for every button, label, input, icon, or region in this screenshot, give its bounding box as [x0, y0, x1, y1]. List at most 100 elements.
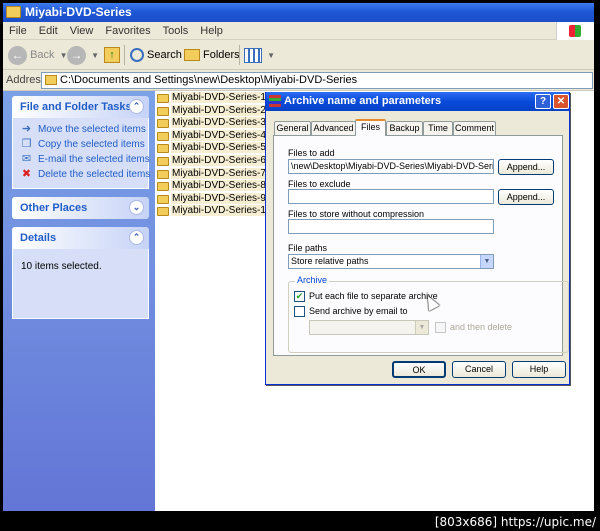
dialog-title: Archive name and parameters — [284, 95, 442, 107]
archive-dialog: Archive name and parameters ? ✕ General … — [265, 92, 570, 385]
dialog-titlebar[interactable]: Archive name and parameters ? ✕ — [266, 92, 569, 111]
file-list: Miyabi-DVD-Series-1 Miyabi-DVD-Series-2 … — [156, 92, 276, 218]
email-recipient-select: ▼ — [309, 320, 429, 335]
panel-title: File and Folder Tasks — [20, 101, 132, 113]
email-archive-checkbox[interactable] — [294, 306, 305, 317]
forward-button[interactable]: → ▼ — [67, 44, 99, 66]
folder-icon — [157, 94, 169, 103]
back-arrow-icon: ← — [8, 45, 27, 65]
email-archive-label: Send archive by email to — [309, 306, 408, 316]
menu-help[interactable]: Help — [194, 22, 229, 40]
folder-name: Miyabi-DVD-Series-3 — [171, 117, 267, 129]
back-label: Back — [30, 49, 55, 61]
list-item[interactable]: Miyabi-DVD-Series-8 — [156, 180, 276, 193]
list-item[interactable]: Miyabi-DVD-Series-3 — [156, 117, 276, 130]
collapse-chevron-icon[interactable]: ⌃ — [129, 230, 144, 245]
files-to-add-field[interactable]: \new\Desktop\Miyabi-DVD-Series\Miyabi-DV… — [288, 159, 494, 174]
append-add-button[interactable]: Append... — [498, 159, 554, 175]
separate-archive-checkbox[interactable]: ✔ — [294, 291, 305, 302]
folder-icon — [6, 6, 21, 18]
copy-icon: ❐ — [21, 138, 32, 150]
search-button[interactable]: Search — [130, 44, 182, 66]
list-item[interactable]: Miyabi-DVD-Series-7 — [156, 167, 276, 181]
list-item[interactable]: Miyabi-DVD-Series-5 — [156, 142, 276, 155]
folders-label: Folders — [203, 49, 240, 61]
views-icon — [244, 47, 262, 63]
store-without-compression-label: Files to store without compression — [288, 209, 425, 219]
folder-name: Miyabi-DVD-Series-1 — [171, 92, 267, 103]
folder-icon — [157, 169, 169, 179]
help-button[interactable]: Help — [512, 361, 566, 378]
folder-icon — [157, 207, 169, 217]
address-path: C:\Documents and Settings\new\Desktop\Mi… — [60, 74, 358, 86]
chevron-down-icon: ▼ — [415, 321, 428, 334]
search-label: Search — [147, 49, 182, 61]
file-folder-tasks-header[interactable]: File and Folder Tasks ⌃ — [12, 96, 149, 118]
folder-name: Miyabi-DVD-Series-10 — [171, 205, 273, 217]
list-item[interactable]: Miyabi-DVD-Series-6 — [156, 154, 276, 168]
then-delete-checkbox — [435, 322, 446, 333]
list-item[interactable]: Miyabi-DVD-Series-2 — [156, 104, 276, 118]
chevron-down-icon: ▼ — [91, 51, 99, 60]
file-paths-value: Store relative paths — [291, 256, 369, 266]
task-move[interactable]: ➜ Move the selected items — [21, 122, 146, 137]
then-delete-label: and then delete — [450, 322, 513, 332]
menu-edit[interactable]: Edit — [33, 22, 64, 40]
file-paths-label: File paths — [288, 243, 328, 253]
folder-icon — [157, 131, 169, 141]
store-without-compression-field[interactable] — [288, 219, 494, 234]
list-item[interactable]: Miyabi-DVD-Series-9 — [156, 192, 276, 206]
task-delete[interactable]: ✖ Delete the selected items — [21, 167, 150, 182]
list-item[interactable]: Miyabi-DVD-Series-10 — [156, 205, 276, 218]
address-field[interactable]: C:\Documents and Settings\new\Desktop\Mi… — [41, 72, 593, 89]
folder-name: Miyabi-DVD-Series-6 — [171, 154, 267, 166]
files-to-add-label: Files to add — [288, 148, 335, 158]
append-exclude-button[interactable]: Append... — [498, 189, 554, 205]
other-places-header[interactable]: Other Places ⌄ — [12, 197, 149, 219]
list-item[interactable]: Miyabi-DVD-Series-4 — [156, 129, 276, 143]
cancel-button[interactable]: Cancel — [452, 361, 506, 378]
chevron-down-icon: ▼ — [267, 51, 275, 60]
tab-general[interactable]: General — [274, 121, 311, 135]
window-titlebar[interactable]: Miyabi-DVD-Series — [3, 3, 594, 22]
up-folder-icon: ↑ — [104, 47, 120, 64]
menu-view[interactable]: View — [64, 22, 100, 40]
delete-icon: ✖ — [21, 168, 32, 180]
task-copy[interactable]: ❐ Copy the selected items — [21, 137, 145, 152]
window-title: Miyabi-DVD-Series — [25, 5, 132, 19]
tab-files[interactable]: Files — [355, 119, 386, 136]
file-paths-select[interactable]: Store relative paths ▼ — [288, 254, 494, 269]
details-header[interactable]: Details ⌃ — [12, 227, 149, 249]
menu-file[interactable]: File — [3, 22, 33, 40]
details-panel: Details ⌃ 10 items selected. — [12, 227, 149, 319]
tab-comment[interactable]: Comment — [453, 121, 496, 135]
panel-title: Other Places — [20, 202, 88, 214]
task-email[interactable]: ✉ E-mail the selected items — [21, 152, 150, 167]
tab-time[interactable]: Time — [423, 121, 453, 135]
watermark: [803x686] https://upic.me/ — [434, 515, 596, 529]
tab-backup[interactable]: Backup — [386, 121, 423, 135]
close-button[interactable]: ✕ — [553, 94, 569, 109]
collapse-chevron-icon[interactable]: ⌃ — [129, 99, 144, 114]
up-folder-button[interactable]: ↑ — [104, 44, 120, 66]
file-folder-tasks-panel: File and Folder Tasks ⌃ ➜ Move the select… — [12, 96, 150, 189]
menu-favorites[interactable]: Favorites — [99, 22, 156, 40]
expand-chevron-icon[interactable]: ⌄ — [129, 200, 144, 215]
files-to-exclude-field[interactable] — [288, 189, 494, 204]
menu-tools[interactable]: Tools — [157, 22, 195, 40]
list-item[interactable]: Miyabi-DVD-Series-1 — [156, 92, 276, 105]
back-button[interactable]: ← Back ▼ — [8, 44, 68, 66]
tab-advanced[interactable]: Advanced — [311, 121, 356, 135]
views-button[interactable]: ▼ — [244, 44, 275, 66]
folders-button[interactable]: Folders — [184, 44, 240, 66]
task-label: Copy the selected items — [38, 139, 145, 150]
ok-button[interactable]: OK — [392, 361, 446, 378]
help-question-button[interactable]: ? — [535, 94, 551, 109]
windows-logo-icon — [556, 22, 594, 40]
files-to-exclude-label: Files to exclude — [288, 179, 351, 189]
folder-name: Miyabi-DVD-Series-2 — [171, 104, 267, 116]
task-label: Move the selected items — [38, 124, 146, 135]
chevron-down-icon[interactable]: ▼ — [480, 255, 493, 268]
folder-name: Miyabi-DVD-Series-4 — [171, 129, 267, 141]
folder-name: Miyabi-DVD-Series-9 — [171, 192, 267, 204]
